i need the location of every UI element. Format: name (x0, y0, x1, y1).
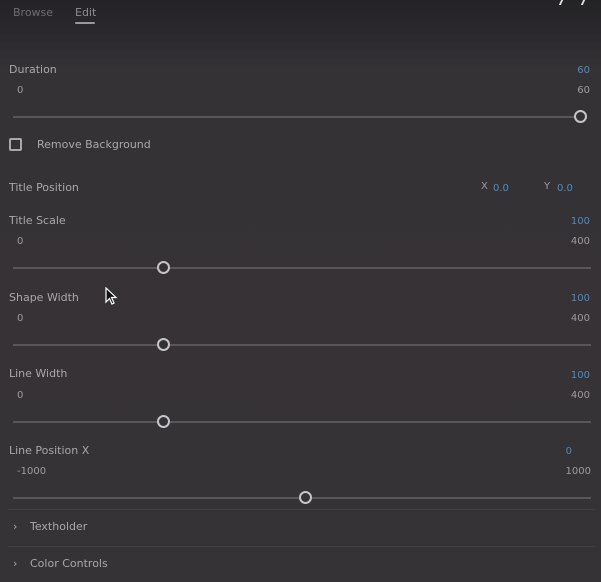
title-position-x-value[interactable]: 0.0 (493, 183, 509, 194)
line-width-max: 400 (570, 390, 590, 401)
section-textholder[interactable]: › Textholder (0, 510, 601, 546)
line-position-x-value[interactable]: 0 (566, 446, 572, 457)
remove-background-label[interactable]: Remove Background (37, 138, 151, 151)
slider-thumb[interactable] (157, 415, 170, 428)
title-scale-max: 400 (570, 236, 590, 247)
title-position-label: Title Position (9, 181, 79, 194)
line-position-x-max: 1000 (565, 466, 591, 477)
line-width-min: 0 (17, 390, 24, 401)
slider-track[interactable] (13, 344, 591, 346)
shape-width-value[interactable]: 100 (571, 293, 590, 304)
line-width-label: Line Width (9, 367, 68, 380)
slider-track[interactable] (13, 267, 591, 269)
duration-max: 60 (577, 85, 590, 96)
tab-browse[interactable]: Browse (13, 6, 53, 19)
window-corner-mark (580, 0, 586, 5)
shape-width-max: 400 (570, 313, 590, 324)
mouse-cursor-icon (105, 287, 118, 305)
title-scale-value[interactable]: 100 (571, 216, 590, 227)
slider-track[interactable] (13, 421, 591, 423)
chevron-right-icon: › (13, 520, 18, 533)
slider-thumb[interactable] (157, 338, 170, 351)
active-tab-indicator (75, 22, 95, 24)
title-scale-label: Title Scale (9, 214, 66, 227)
remove-background-checkbox[interactable] (9, 138, 22, 151)
duration-label: Duration (9, 63, 57, 76)
title-position-x-label: X (481, 181, 488, 192)
line-position-x-label: Line Position X (9, 444, 90, 457)
slider-thumb[interactable] (574, 110, 587, 123)
window-corner-mark (558, 0, 564, 5)
section-label: Color Controls (30, 557, 108, 570)
title-position-y-label: Y (544, 181, 551, 192)
slider-track[interactable] (13, 116, 581, 118)
line-width-value[interactable]: 100 (571, 370, 590, 381)
duration-min: 0 (17, 85, 24, 96)
section-label: Textholder (30, 520, 88, 533)
title-scale-min: 0 (17, 236, 24, 247)
shape-width-label: Shape Width (9, 291, 79, 304)
section-color-controls[interactable]: › Color Controls (0, 547, 601, 582)
duration-value[interactable]: 60 (577, 65, 590, 76)
tab-edit[interactable]: Edit (75, 6, 96, 19)
title-position-y-value[interactable]: 0.0 (557, 183, 573, 194)
shape-width-min: 0 (17, 313, 24, 324)
line-position-x-min: -1000 (17, 466, 47, 477)
slider-thumb[interactable] (299, 491, 312, 504)
chevron-right-icon: › (13, 557, 18, 570)
slider-thumb[interactable] (157, 261, 170, 274)
